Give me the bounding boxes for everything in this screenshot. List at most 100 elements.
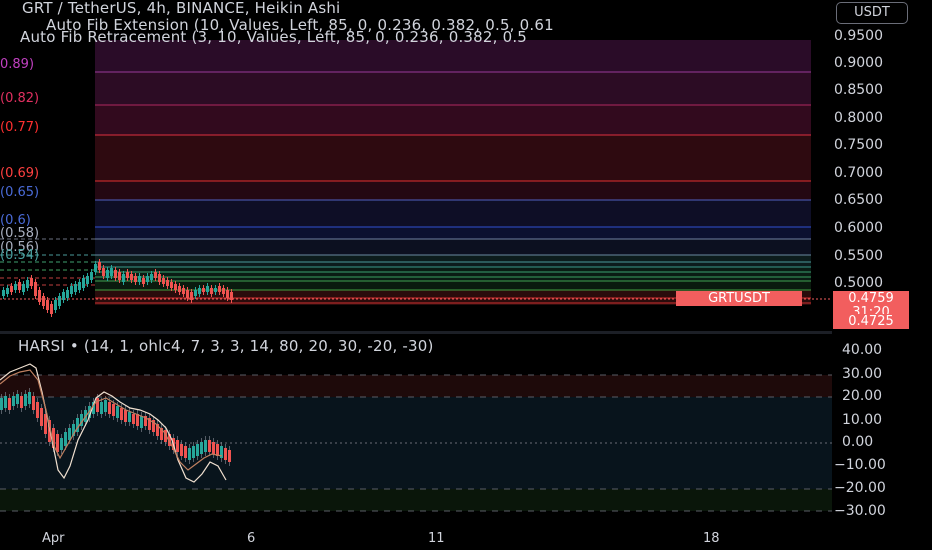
harsi-tick: −10.00 [834,457,886,473]
candle-body [130,274,133,280]
harsi-tick: 20.00 [842,388,883,404]
price-tick: 0.9000 [834,55,883,71]
harsi-candle [8,398,11,410]
candle-body [134,276,137,282]
candle-body [34,282,37,296]
harsi-candle [44,414,47,434]
harsi-candle [56,434,59,452]
candle-body [126,272,129,278]
harsi-candle [212,442,215,454]
candle-body [138,276,141,282]
harsi-candle [128,412,131,422]
harsi-candle [16,394,19,404]
price-tick: 0.5500 [834,248,883,264]
harsi-candle [196,444,199,456]
harsi-candle [204,440,207,452]
candle-body [118,272,121,280]
candle-body [218,286,221,292]
harsi-candle [40,408,43,426]
harsi-candle [68,428,71,440]
candle-body [166,280,169,286]
harsi-tick: −30.00 [834,503,886,519]
harsi-candle [4,396,7,408]
time-tick: 6 [247,531,256,546]
candle-body [94,264,97,272]
price-tick: 0.7000 [834,165,883,181]
candle-body [74,284,77,292]
candle-body [86,276,89,284]
harsi-tick: 10.00 [842,412,883,428]
candle-body [106,270,109,278]
candle-body [170,282,173,288]
chart-canvas[interactable] [0,0,932,550]
symbol-price-tag: GRTUSDT [676,291,802,306]
price-tick: 0.7500 [834,137,883,153]
price-tick: 0.8000 [834,110,883,126]
candle-body [30,278,33,286]
harsi-candle [124,410,127,422]
candle-body [178,286,181,292]
price-tick: 0.6000 [834,220,883,236]
time-tick: 18 [703,531,720,546]
candle-body [142,278,145,284]
harsi-candle [116,406,119,418]
fib-bands [95,40,811,305]
candle-body [198,288,201,294]
harsi-candle [228,450,231,462]
candle-body [42,296,45,306]
harsi-candle [188,448,191,460]
harsi-tick: 40.00 [842,342,883,358]
candle-body [226,290,229,298]
harsi-candle [108,402,111,414]
candle-body [122,274,125,282]
symbol-legend[interactable]: GRT / TetherUS, 4h, BINANCE, Heikin Ashi [22,0,340,17]
candle-body [210,288,213,294]
harsi-candle [12,396,15,406]
harsi-candle [24,394,27,406]
pane-separator [0,331,832,334]
harsi-candle [60,438,63,450]
harsi-tick: 0.00 [842,434,874,450]
candle-body [98,262,101,270]
candle-body [114,270,117,278]
candle-body [162,278,165,284]
candle-body [102,268,105,276]
candle-body [78,282,81,290]
fib-label: (0.77) [0,120,40,135]
candle-body [186,290,189,298]
harsi-candle [180,444,183,456]
harsi-candle [100,402,103,414]
candle-body [146,276,149,282]
candle-body [182,288,185,294]
harsi-candle [0,398,3,410]
candle-body [82,278,85,288]
candle-body [206,286,209,292]
candle-body [46,300,49,310]
candle-body [154,272,157,278]
candle-body [66,290,69,298]
harsi-candle [140,416,143,428]
harsi-candle [28,392,31,404]
candle-body [110,268,113,276]
fib-label: (0.65) [0,185,40,200]
harsi-candle [200,442,203,454]
fib-retracement-legend[interactable]: Auto Fib Retracement (3, 10, Values, Lef… [20,28,816,46]
candle-body [50,304,53,314]
second-price-label: 0.4725 [833,314,909,329]
currency-button[interactable]: USDT [836,2,908,24]
harsi-candle [176,440,179,452]
fib-label: (0.69) [0,166,40,181]
harsi-candle [96,398,99,412]
candle-body [26,280,29,288]
candle-body [14,284,17,290]
harsi-tick: 30.00 [842,366,883,382]
candle-body [58,296,61,306]
harsi-candle [132,414,135,424]
fib-label: 0.89) [0,57,35,72]
price-tick: 0.8500 [834,82,883,98]
harsi-candle [136,414,139,426]
price-tick: 0.9500 [834,28,883,44]
candle-body [2,290,5,296]
harsi-legend[interactable]: HARSI • (14, 1, ohlc4, 7, 3, 3, 14, 80, … [18,337,434,355]
candle-body [22,284,25,292]
